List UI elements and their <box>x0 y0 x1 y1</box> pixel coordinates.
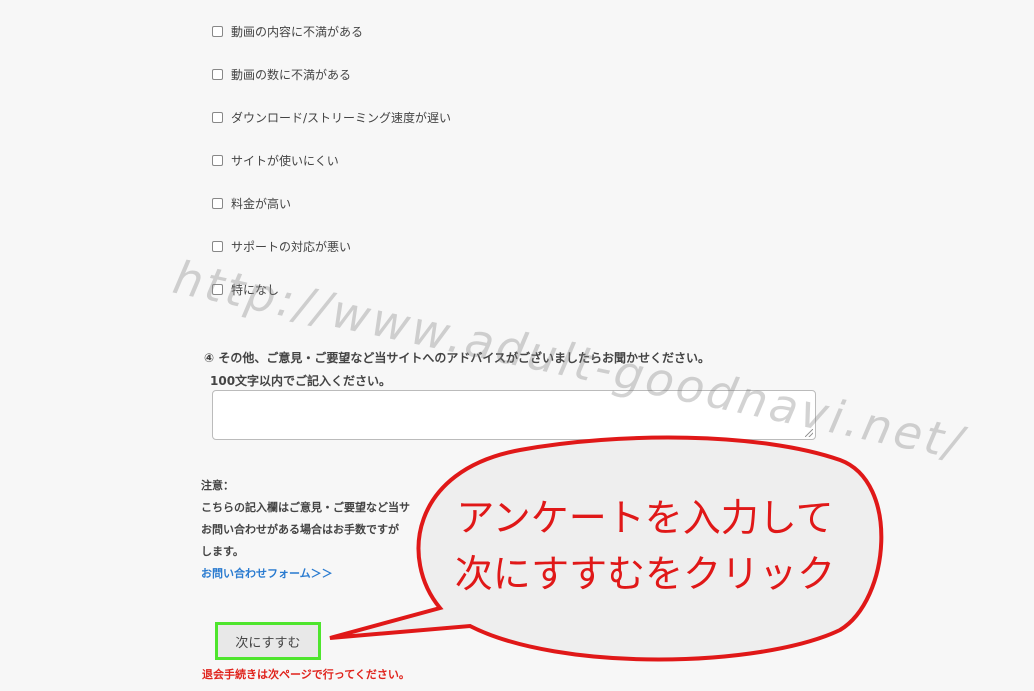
question-4-hint: 100文字以内でご記入ください。 <box>210 374 392 388</box>
option-label: サポートの対応が悪い <box>231 240 352 254</box>
option-row[interactable]: サポートの対応が悪い <box>212 225 451 268</box>
checkbox[interactable] <box>212 26 223 37</box>
callout-text: アンケートを入力して 次にすすむをクリック <box>420 490 870 602</box>
option-row[interactable]: 動画の数に不満がある <box>212 53 451 96</box>
next-button[interactable]: 次にすすむ <box>215 622 321 660</box>
option-label: 料金が高い <box>231 197 292 211</box>
note-line: します。 <box>201 545 244 558</box>
checkbox[interactable] <box>212 241 223 252</box>
option-row[interactable]: サイトが使いにくい <box>212 139 451 182</box>
option-label: 動画の数に不満がある <box>231 68 352 82</box>
option-row[interactable]: 料金が高い <box>212 182 451 225</box>
contact-form-link[interactable]: お問い合わせフォーム＞＞ <box>201 567 333 580</box>
checkbox[interactable] <box>212 112 223 123</box>
option-row[interactable]: ダウンロード/ストリーミング速度が遅い <box>212 96 451 139</box>
withdraw-note: 退会手続きは次ページで行ってください。 <box>202 668 410 681</box>
callout-line: 次にすすむをクリック <box>454 552 836 596</box>
option-label: ダウンロード/ストリーミング速度が遅い <box>231 111 452 125</box>
callout-line: アンケートを入力して <box>456 496 834 540</box>
checkbox[interactable] <box>212 69 223 80</box>
note-line: こちらの記入欄はご意見・ご要望など当サ <box>201 501 410 514</box>
note-block: 注意： こちらの記入欄はご意見・ご要望など当サ お問い合わせがある場合はお手数で… <box>201 475 441 585</box>
option-row[interactable]: 動画の内容に不満がある <box>212 10 451 53</box>
option-label: 動画の内容に不満がある <box>231 25 364 39</box>
note-line: お問い合わせがある場合はお手数ですが <box>201 523 399 536</box>
checkbox[interactable] <box>212 198 223 209</box>
note-heading: 注意： <box>201 479 234 492</box>
option-label: サイトが使いにくい <box>231 154 339 168</box>
checkbox[interactable] <box>212 155 223 166</box>
